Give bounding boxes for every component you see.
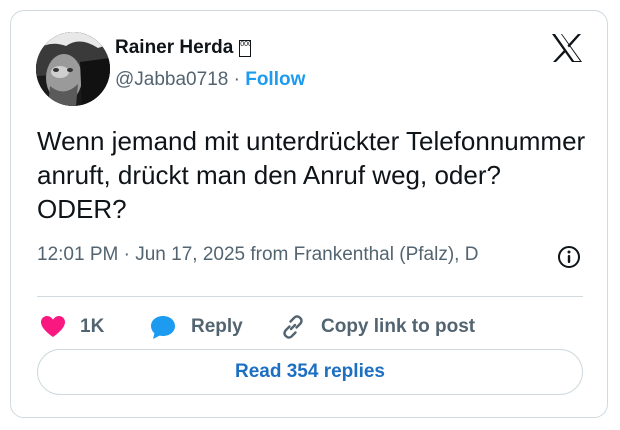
divider (37, 296, 583, 297)
avatar-image (36, 32, 110, 106)
copy-link-label: Copy link to post (321, 316, 476, 337)
author-name-row[interactable]: Rainer Herda 000 (115, 37, 252, 59)
x-logo-icon[interactable] (551, 33, 583, 63)
tweet-text: Wenn jemand mit unterdrückter Telefonnum… (37, 126, 586, 224)
author-handle[interactable]: @Jabba0718 (115, 69, 228, 90)
missing-glyph-icon: 000 (239, 39, 252, 57)
tweet-timestamp-location[interactable]: 12:01 PM · Jun 17, 2025 from Frankenthal… (37, 244, 557, 266)
like-count: 1K (80, 316, 105, 337)
read-replies-button[interactable]: Read 354 replies (37, 349, 583, 395)
speech-bubble-icon (151, 316, 175, 339)
avatar[interactable] (36, 32, 110, 106)
copy-link-button[interactable]: Copy link to post (279, 311, 475, 343)
author-handle-row: @Jabba0718 · Follow (115, 69, 305, 91)
reply-button[interactable]: Reply (149, 311, 243, 343)
like-button[interactable]: 1K (40, 311, 104, 343)
handle-separator: · (233, 69, 240, 90)
link-icon (283, 315, 303, 339)
info-icon[interactable] (557, 245, 581, 269)
follow-button[interactable]: Follow (245, 69, 305, 90)
tweet-card: Rainer Herda 000 @Jabba0718 · Follow Wen… (10, 10, 608, 418)
author-display-name[interactable]: Rainer Herda (115, 37, 233, 59)
reply-label: Reply (191, 316, 243, 337)
heart-icon (41, 316, 65, 337)
